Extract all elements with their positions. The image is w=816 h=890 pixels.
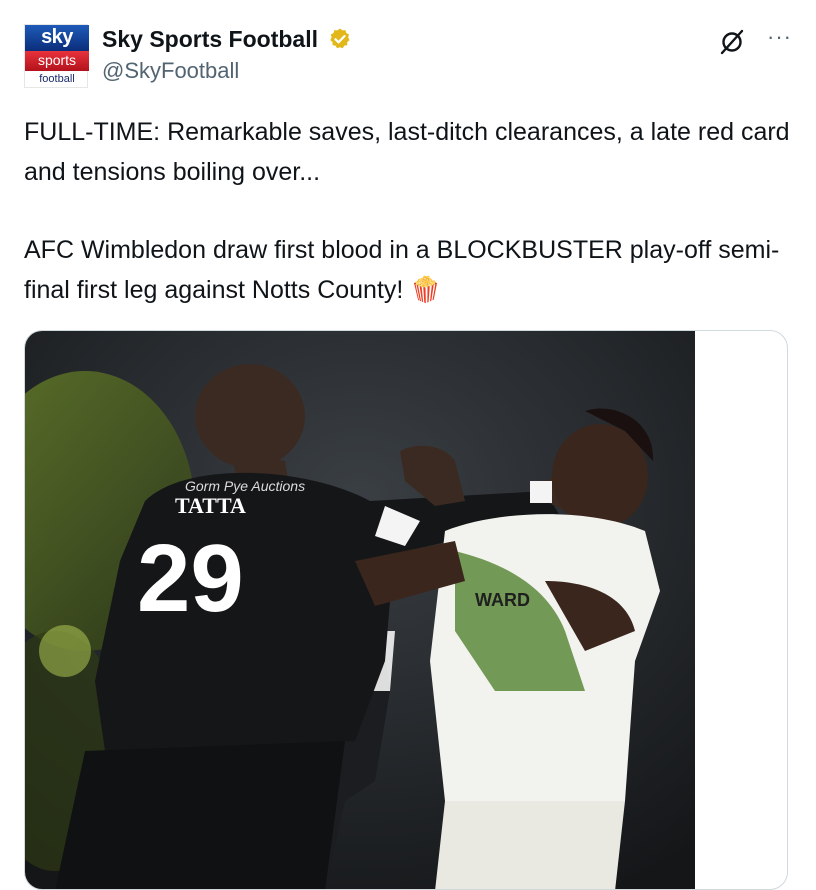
display-name[interactable]: Sky Sports Football bbox=[102, 24, 318, 54]
shirt-name: TATTA bbox=[175, 493, 246, 518]
handle[interactable]: @SkyFootball bbox=[102, 56, 352, 86]
account-names: Sky Sports Football @SkyFootball bbox=[102, 24, 352, 86]
avatar-sports-text: sports bbox=[25, 51, 89, 71]
grok-icon[interactable] bbox=[718, 28, 746, 56]
avatar-football-text: football bbox=[39, 73, 75, 85]
tweet-text-line-1: FULL-TIME: Remarkable saves, last-ditch … bbox=[24, 118, 790, 186]
avatar[interactable]: sky sports football bbox=[24, 24, 89, 88]
tweet-text-line-2: AFC Wimbledon draw first blood in a BLOC… bbox=[24, 236, 780, 304]
match-photo[interactable]: ye Gorm Pye Auctions TATTA 29 WARD bbox=[25, 331, 695, 890]
opponent-sponsor: WARD bbox=[475, 590, 530, 610]
avatar-sky-text: sky bbox=[25, 25, 89, 51]
tweet-media[interactable]: ye Gorm Pye Auctions TATTA 29 WARD bbox=[24, 330, 788, 890]
more-options-icon[interactable]: ··· bbox=[767, 26, 792, 48]
shirt-number: 29 bbox=[137, 525, 244, 632]
tweet-header: sky sports football Sky Sports Football … bbox=[24, 22, 792, 92]
verified-badge-icon[interactable] bbox=[328, 27, 352, 51]
shirt-sponsor: Gorm Pye Auctions bbox=[185, 478, 305, 494]
tweet-text: FULL-TIME: Remarkable saves, last-ditch … bbox=[24, 112, 794, 310]
